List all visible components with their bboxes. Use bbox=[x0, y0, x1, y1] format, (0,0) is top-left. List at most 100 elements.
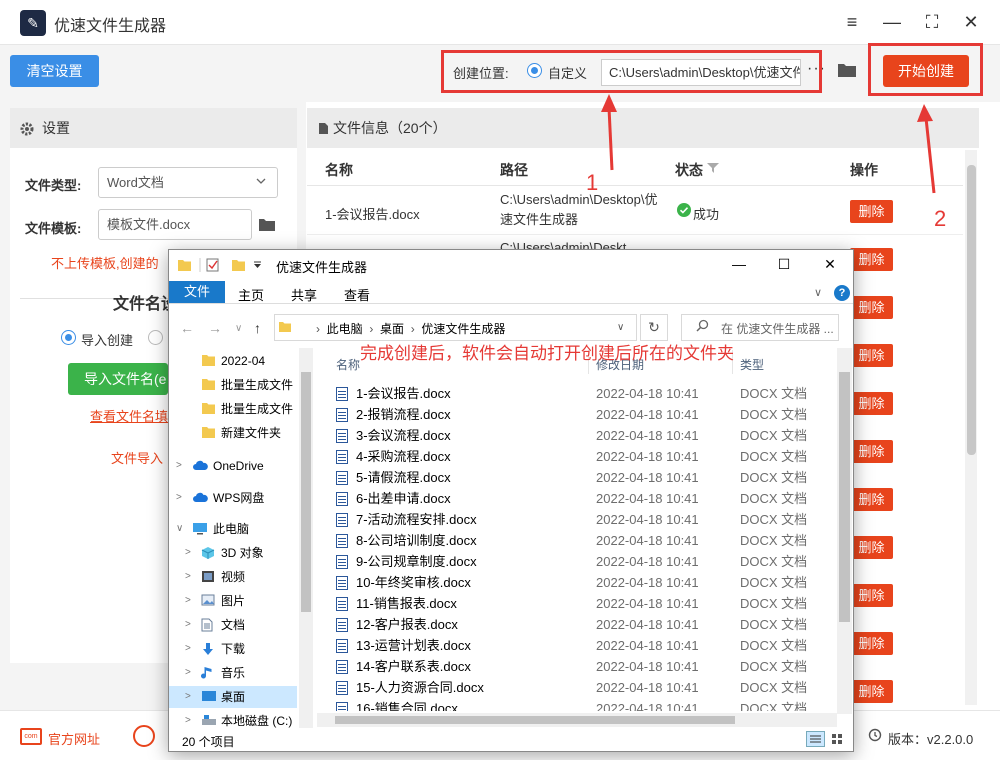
explorer-ribbon bbox=[169, 281, 853, 304]
file-list-item[interactable]: 8-公司培训制度.docx 2022-04-18 10:41 DOCX 文档 bbox=[336, 530, 826, 551]
column-name-header[interactable]: 名称 bbox=[336, 356, 360, 373]
tab-share[interactable]: 共享 bbox=[291, 285, 317, 304]
nav-item[interactable]: 批量生成文件 bbox=[169, 398, 297, 420]
chevron-right-icon[interactable]: > bbox=[176, 455, 182, 477]
explorer-close-button[interactable]: ✕ bbox=[815, 252, 845, 276]
file-name: 4-采购流程.docx bbox=[356, 449, 451, 464]
item-count: 20 个项目 bbox=[182, 735, 235, 749]
file-list-item[interactable]: 13-运营计划表.docx 2022-04-18 10:41 DOCX 文档 bbox=[336, 635, 826, 656]
file-list-item[interactable]: 6-出差申请.docx 2022-04-18 10:41 DOCX 文档 bbox=[336, 488, 826, 509]
nav-item[interactable]: 新建文件夹 bbox=[169, 422, 297, 444]
breadcrumb-item[interactable]: 优速文件生成器 bbox=[421, 322, 505, 336]
nav-item[interactable]: > 音乐 bbox=[169, 662, 297, 684]
tab-view[interactable]: 查看 bbox=[344, 285, 370, 304]
nav-scroll-thumb[interactable] bbox=[301, 372, 311, 612]
view-mode-icons[interactable] bbox=[806, 731, 848, 747]
explorer-maximize-button[interactable]: ☐ bbox=[769, 252, 799, 276]
file-list-item[interactable]: 2-报销流程.docx 2022-04-18 10:41 DOCX 文档 bbox=[336, 404, 826, 425]
file-list-item[interactable]: 16-销售合同.docx 2022-04-18 10:41 DOCX 文档 bbox=[336, 698, 826, 711]
file-list-item[interactable]: 3-会议流程.docx 2022-04-18 10:41 DOCX 文档 bbox=[336, 425, 826, 446]
nav-item[interactable]: >3D 对象 bbox=[169, 542, 297, 564]
file-list-item[interactable]: 12-客户报表.docx 2022-04-18 10:41 DOCX 文档 bbox=[336, 614, 826, 635]
search-icon bbox=[696, 319, 709, 332]
file-name: 9-公司规章制度.docx bbox=[356, 554, 477, 569]
file-type: DOCX 文档 bbox=[740, 617, 808, 632]
nav-item-label: 文档 bbox=[221, 618, 246, 632]
breadcrumb-item[interactable]: 此电脑 bbox=[327, 322, 363, 336]
nav-item-label: 桌面 bbox=[221, 690, 246, 704]
nav-item-label: 此电脑 bbox=[213, 522, 250, 536]
nav-item[interactable]: > 下载 bbox=[169, 638, 297, 660]
breadcrumb-item[interactable]: 桌面 bbox=[380, 322, 404, 336]
up-arrow-icon[interactable]: ↑ bbox=[254, 320, 261, 336]
address-dropdown-icon[interactable]: ∨ bbox=[617, 322, 624, 333]
music-icon bbox=[201, 666, 216, 679]
folder-icon bbox=[278, 320, 292, 333]
nav-item[interactable]: > OneDrive bbox=[169, 455, 297, 477]
file-name: 3-会议流程.docx bbox=[356, 428, 451, 443]
video-icon bbox=[201, 570, 216, 583]
nav-item[interactable]: > 视频 bbox=[169, 566, 297, 588]
refresh-icon[interactable]: ↻ bbox=[640, 314, 668, 341]
desktop-icon bbox=[201, 690, 216, 703]
file-list-scroll-thumb[interactable] bbox=[839, 372, 850, 622]
chevron-right-icon[interactable]: > bbox=[185, 686, 191, 708]
file-list-item[interactable]: 15-人力资源合同.docx 2022-04-18 10:41 DOCX 文档 bbox=[336, 677, 826, 698]
word-doc-icon bbox=[336, 492, 348, 506]
chevron-down-icon[interactable]: ∨ bbox=[176, 518, 183, 540]
word-doc-icon bbox=[336, 597, 348, 611]
breadcrumb[interactable]: › 此电脑 › 桌面 › 优速文件生成器 bbox=[316, 320, 505, 337]
file-list-item[interactable]: 11-销售报表.docx 2022-04-18 10:41 DOCX 文档 bbox=[336, 593, 826, 614]
file-list-hscroll-thumb[interactable] bbox=[335, 716, 735, 724]
chevron-right-icon[interactable]: > bbox=[185, 542, 191, 564]
file-type: DOCX 文档 bbox=[740, 680, 808, 695]
explorer-minimize-button[interactable]: — bbox=[724, 252, 754, 276]
word-doc-icon bbox=[336, 429, 348, 443]
word-doc-icon bbox=[336, 471, 348, 485]
word-doc-icon bbox=[336, 513, 348, 527]
file-list-item[interactable]: 14-客户联系表.docx 2022-04-18 10:41 DOCX 文档 bbox=[336, 656, 826, 677]
nav-item-label: 音乐 bbox=[221, 666, 246, 680]
nav-item[interactable]: ∨ 此电脑 bbox=[169, 518, 297, 540]
nav-item[interactable]: 批量生成文件 bbox=[169, 374, 297, 396]
explorer-status-bar bbox=[169, 729, 853, 751]
file-list-item[interactable]: 1-会议报告.docx 2022-04-18 10:41 DOCX 文档 bbox=[336, 383, 826, 404]
file-type: DOCX 文档 bbox=[740, 512, 808, 527]
word-doc-icon bbox=[336, 555, 348, 569]
word-doc-icon bbox=[336, 702, 348, 711]
forward-arrow-icon[interactable]: → bbox=[208, 320, 222, 336]
cube-icon bbox=[201, 546, 216, 559]
word-doc-icon bbox=[336, 639, 348, 653]
folder-icon bbox=[201, 402, 216, 415]
annotation-number-2: 2 bbox=[934, 206, 947, 231]
cloud-icon bbox=[192, 491, 208, 504]
chevron-right-icon[interactable]: > bbox=[185, 662, 191, 684]
file-list-item[interactable]: 4-采购流程.docx 2022-04-18 10:41 DOCX 文档 bbox=[336, 446, 826, 467]
file-list-item[interactable]: 5-请假流程.docx 2022-04-18 10:41 DOCX 文档 bbox=[336, 467, 826, 488]
nav-item[interactable]: 2022-04 bbox=[169, 350, 297, 372]
chevron-right-icon[interactable]: > bbox=[176, 487, 182, 509]
nav-item[interactable]: > WPS网盘 bbox=[169, 487, 297, 509]
tab-home[interactable]: 主页 bbox=[238, 285, 264, 304]
chevron-right-icon[interactable]: > bbox=[185, 638, 191, 660]
ribbon-expand-icon[interactable]: ∨ bbox=[814, 286, 822, 299]
nav-item[interactable]: > 桌面 bbox=[169, 686, 297, 708]
file-list-item[interactable]: 7-活动流程安排.docx 2022-04-18 10:41 DOCX 文档 bbox=[336, 509, 826, 530]
help-icon[interactable]: ? bbox=[834, 285, 850, 301]
column-type-header[interactable]: 类型 bbox=[740, 356, 764, 373]
nav-item-label: WPS网盘 bbox=[213, 491, 265, 505]
file-list-item[interactable]: 10-年终奖审核.docx 2022-04-18 10:41 DOCX 文档 bbox=[336, 572, 826, 593]
nav-item[interactable]: > 图片 bbox=[169, 590, 297, 612]
drive-icon bbox=[201, 714, 216, 727]
chevron-right-icon[interactable]: > bbox=[185, 614, 191, 636]
chevron-right-icon[interactable]: > bbox=[185, 590, 191, 612]
recent-chevron-icon[interactable]: ∨ bbox=[235, 323, 242, 334]
chevron-right-icon[interactable]: > bbox=[185, 566, 191, 588]
file-type: DOCX 文档 bbox=[740, 575, 808, 590]
quick-access-toolbar bbox=[176, 256, 268, 274]
tab-file[interactable]: 文件 bbox=[169, 281, 225, 303]
file-list-item[interactable]: 9-公司规章制度.docx 2022-04-18 10:41 DOCX 文档 bbox=[336, 551, 826, 572]
nav-item[interactable]: > 文档 bbox=[169, 614, 297, 636]
back-arrow-icon[interactable]: ← bbox=[180, 320, 194, 336]
download-icon bbox=[201, 642, 216, 655]
